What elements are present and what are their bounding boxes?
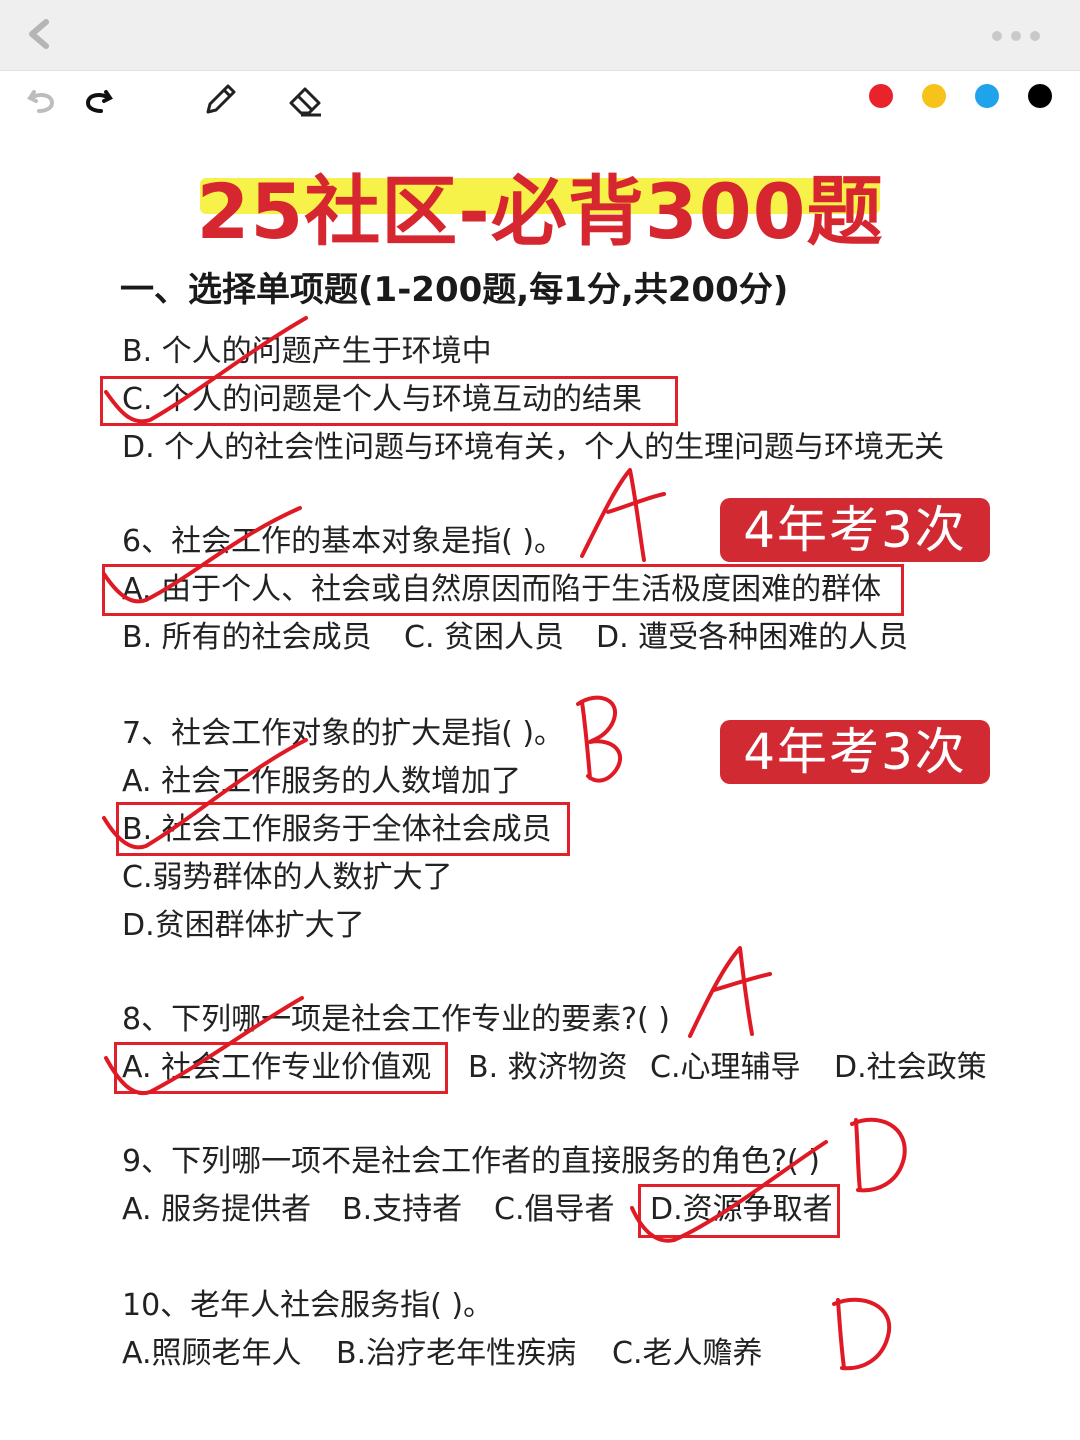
redo-icon[interactable]	[76, 78, 120, 122]
answer-box	[102, 564, 904, 616]
q5-option-b: B. 个人的问题产生于环境中	[122, 334, 492, 369]
q7-option-a: A. 社会工作服务的人数增加了	[122, 764, 522, 799]
q8-option-b: B. 救济物资	[468, 1050, 628, 1085]
red-color-swatch[interactable]	[869, 84, 893, 108]
frequency-badge: 4年考3次	[720, 498, 990, 562]
q9-option-b: B.支持者	[342, 1192, 463, 1227]
more-options-icon[interactable]	[992, 26, 1056, 46]
handwritten-letter-b	[576, 695, 623, 783]
handwritten-letter-a	[688, 946, 772, 1038]
q10-option-c: C.老人赡养	[612, 1336, 763, 1371]
q9-option-a: A. 服务提供者	[122, 1192, 312, 1227]
q10-stem: 10、老年人社会服务指( )。	[122, 1288, 494, 1323]
q6-option-d: D. 遭受各种困难的人员	[596, 620, 909, 655]
q6-stem: 6、社会工作的基本对象是指( )。	[122, 524, 565, 559]
q6-option-c: C. 贫困人员	[404, 620, 565, 655]
q5-option-d: D. 个人的社会性问题与环境有关，个人的生理问题与环境无关	[122, 430, 945, 465]
answer-box	[114, 1042, 448, 1094]
annotation-toolbar	[0, 70, 1080, 130]
handwritten-letter-d	[832, 1297, 892, 1371]
handwritten-letter-a	[580, 468, 666, 562]
answer-box	[116, 802, 570, 856]
q7-stem: 7、社会工作对象的扩大是指( )。	[122, 716, 565, 751]
q7-option-c: C.弱势群体的人数扩大了	[122, 860, 453, 895]
top-bar	[0, 0, 1080, 71]
q8-stem: 8、下列哪一项是社会工作专业的要素?( )	[122, 1002, 670, 1037]
q8-option-d: D.社会政策	[834, 1050, 987, 1085]
q7-option-d: D.贫困群体扩大了	[122, 908, 365, 943]
handwritten-letter-d	[850, 1117, 907, 1193]
back-chevron-icon[interactable]	[20, 14, 60, 54]
black-color-swatch[interactable]	[1028, 84, 1052, 108]
q8-option-c: C.心理辅导	[650, 1050, 801, 1085]
q10-option-a: A.照顾老年人	[122, 1336, 302, 1371]
eraser-icon[interactable]	[284, 78, 328, 122]
q9-option-c: C.倡导者	[494, 1192, 615, 1227]
page-title: 25社区-必背300题	[196, 167, 884, 256]
answer-box	[638, 1184, 840, 1238]
q9-stem: 9、下列哪一项不是社会工作者的直接服务的角色?( )	[122, 1144, 820, 1179]
q6-option-b: B. 所有的社会成员	[122, 620, 372, 655]
section-heading: 一、选择单项题(1-200题,每1分,共200分)	[120, 270, 789, 310]
yellow-color-swatch[interactable]	[922, 84, 946, 108]
blue-color-swatch[interactable]	[975, 84, 999, 108]
q10-option-b: B.治疗老年性疾病	[336, 1336, 577, 1371]
pencil-icon[interactable]	[198, 78, 242, 122]
undo-icon[interactable]	[20, 78, 64, 122]
frequency-badge: 4年考3次	[720, 720, 990, 784]
answer-box	[100, 376, 678, 426]
